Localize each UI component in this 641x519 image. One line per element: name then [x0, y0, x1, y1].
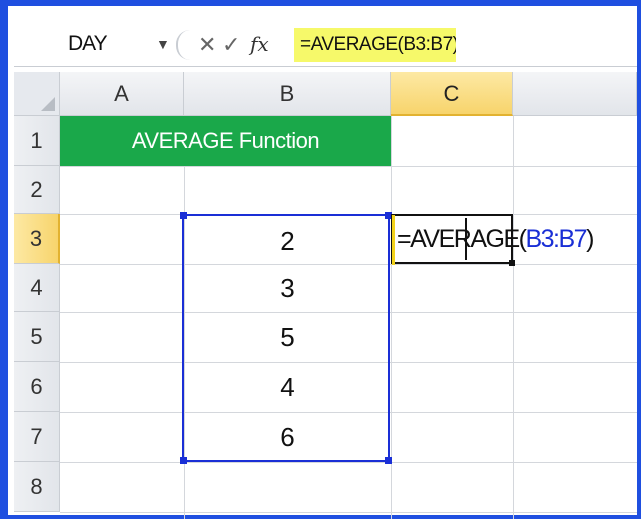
row-header-5[interactable]: 5: [14, 312, 60, 362]
formula-prefix: =AVERAGE(: [397, 225, 527, 253]
gridline: [513, 116, 514, 519]
row-header-8[interactable]: 8: [14, 462, 60, 512]
formula-range-ref: B3:B7: [525, 225, 587, 253]
check-icon[interactable]: ✓: [222, 32, 240, 58]
row-header-2[interactable]: 2: [14, 166, 60, 214]
formula-bar: DAY ▼ ✕ ✓ fx =AVERAGE(B3:B7): [14, 24, 637, 67]
row-header-6[interactable]: 6: [14, 362, 60, 412]
row-header-7[interactable]: 7: [14, 412, 60, 462]
range-handle[interactable]: [385, 457, 392, 464]
gridline: [60, 462, 637, 463]
title-cell[interactable]: AVERAGE Function: [60, 116, 391, 166]
spreadsheet-grid: A B C 1 2 3 4 5 6 7 8 AVERAGE Function 2…: [14, 72, 637, 519]
gridline: [60, 512, 637, 513]
column-header-c[interactable]: C: [391, 72, 513, 116]
edit-indicator: [392, 215, 395, 265]
formula-controls: ✕ ✓ fx: [176, 30, 296, 60]
row-header-3[interactable]: 3: [14, 214, 60, 264]
function-icon[interactable]: fx: [250, 32, 269, 56]
gridline: [60, 166, 637, 167]
select-all-button[interactable]: [14, 72, 60, 116]
cell-c3-formula[interactable]: =AVERAGE(B3:B7): [397, 214, 594, 264]
name-box[interactable]: DAY ▼: [14, 28, 174, 60]
range-handle[interactable]: [180, 457, 187, 464]
referenced-range-outline: [180, 212, 392, 464]
row-header-4[interactable]: 4: [14, 264, 60, 312]
column-header-d[interactable]: [513, 72, 637, 116]
column-header-b[interactable]: B: [184, 72, 391, 116]
formula-input[interactable]: =AVERAGE(B3:B7): [294, 28, 456, 62]
chevron-down-icon[interactable]: ▼: [156, 28, 170, 60]
formula-suffix: ): [586, 225, 594, 253]
column-header-a[interactable]: A: [60, 72, 184, 116]
close-icon[interactable]: ✕: [198, 32, 216, 58]
text-cursor: [465, 218, 467, 260]
fill-handle[interactable]: [509, 260, 515, 266]
name-box-text: DAY: [68, 32, 108, 55]
row-header-1[interactable]: 1: [14, 116, 60, 166]
select-all-icon: [41, 97, 55, 111]
range-handle[interactable]: [180, 212, 187, 219]
